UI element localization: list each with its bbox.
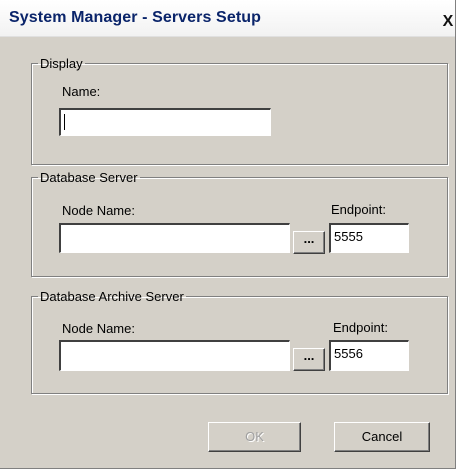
database-archive-group-legend: Database Archive Server <box>40 289 184 304</box>
database-server-group-legend: Database Server <box>40 170 138 185</box>
title-bar[interactable]: System Manager - Servers Setup X <box>0 0 455 37</box>
db-browse-button[interactable]: ... <box>293 231 325 254</box>
close-icon[interactable]: X <box>441 14 455 30</box>
text-caret <box>64 114 65 130</box>
display-group-legend: Display <box>40 56 83 71</box>
ok-button[interactable]: OK <box>208 422 301 452</box>
archive-browse-button[interactable]: ... <box>293 348 325 371</box>
name-input[interactable] <box>59 108 271 136</box>
db-endpoint-label: Endpoint: <box>331 202 386 217</box>
window-title: System Manager - Servers Setup <box>9 9 261 26</box>
servers-setup-dialog: System Manager - Servers Setup X Display… <box>0 0 456 469</box>
db-node-name-label: Node Name: <box>62 203 135 218</box>
db-endpoint-input[interactable]: 5555 <box>329 223 409 253</box>
db-node-name-input[interactable] <box>59 223 290 253</box>
archive-endpoint-input[interactable]: 5556 <box>329 340 409 371</box>
archive-node-name-label: Node Name: <box>62 321 135 336</box>
archive-node-name-input[interactable] <box>59 340 290 371</box>
archive-endpoint-label: Endpoint: <box>333 320 388 335</box>
cancel-button[interactable]: Cancel <box>334 422 430 452</box>
name-label: Name: <box>62 84 101 99</box>
